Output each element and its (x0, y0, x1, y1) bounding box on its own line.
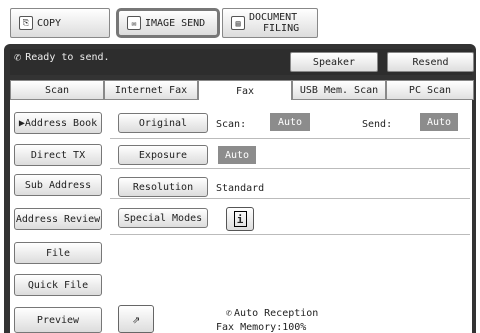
preview-button[interactable]: Preview (14, 307, 102, 333)
phone-icon: ✆ (226, 307, 233, 319)
tab-usb-mem-scan[interactable]: USB Mem. Scan (292, 80, 386, 100)
address-book-label: ▶Address Book (18, 117, 98, 129)
auto-reception-text: Auto Reception (234, 307, 319, 319)
sub-address-button[interactable]: Sub Address (14, 174, 102, 196)
document-filing-icon: ▤ (231, 16, 245, 30)
status-text: Ready to send. (25, 51, 110, 63)
send-value: Auto (420, 113, 458, 131)
image-send-icon: ✉ (127, 16, 141, 30)
resend-label: Resend (412, 56, 449, 68)
tab-pc-scan[interactable]: PC Scan (386, 80, 474, 100)
resolution-label: Resolution (132, 181, 194, 193)
copy-mode-label: COPY (37, 17, 62, 29)
special-modes-info-button[interactable]: i (226, 207, 254, 231)
document-filing-label-line1: DOCUMENT (249, 12, 298, 23)
exposure-button[interactable]: Exposure (118, 145, 208, 165)
speaker-label: Speaker (312, 56, 356, 68)
phone-icon: ✆ (14, 50, 22, 64)
copy-mode-button[interactable]: ⎘ COPY (10, 8, 110, 38)
tab-fax[interactable]: Fax (198, 80, 292, 102)
exposure-value: Auto (218, 146, 256, 164)
tab-usb-mem-scan-label: USB Mem. Scan (299, 84, 379, 96)
document-filing-label: DOCUMENT FILING (249, 12, 299, 34)
original-button[interactable]: Original (118, 113, 208, 133)
tab-fax-label: Fax (235, 86, 255, 97)
document-filing-label-line2: FILING (263, 23, 300, 34)
send-history-button[interactable]: ⇗ (118, 305, 154, 333)
auto-reception-info: ✆ Auto Reception (226, 307, 318, 319)
send-label: Send: (362, 118, 393, 130)
tab-internet-fax[interactable]: Internet Fax (104, 80, 198, 100)
address-review-button[interactable]: Address Review (14, 208, 102, 230)
tab-scan-label: Scan (44, 84, 70, 96)
scan-value: Auto (270, 113, 310, 131)
direct-tx-label: Direct TX (30, 149, 86, 161)
address-review-label: Address Review (15, 213, 101, 225)
tab-pc-scan-label: PC Scan (408, 84, 452, 96)
file-button[interactable]: File (14, 242, 102, 264)
sub-address-label: Sub Address (24, 179, 92, 191)
image-send-mode-label: IMAGE SEND (145, 17, 206, 29)
resend-button[interactable]: Resend (387, 52, 474, 72)
tab-internet-fax-label: Internet Fax (114, 84, 188, 96)
tab-scan[interactable]: Scan (10, 80, 104, 100)
special-modes-button[interactable]: Special Modes (118, 208, 208, 228)
info-icon: i (233, 211, 247, 227)
special-modes-label: Special Modes (123, 212, 203, 224)
original-label: Original (138, 117, 188, 129)
scan-label: Scan: (216, 118, 247, 130)
status-message: ✆ Ready to send. (14, 50, 110, 64)
speaker-button[interactable]: Speaker (290, 52, 378, 72)
send-history-icon: ⇗ (132, 311, 140, 327)
address-book-button[interactable]: ▶Address Book (14, 112, 102, 134)
resolution-button[interactable]: Resolution (118, 177, 208, 197)
direct-tx-button[interactable]: Direct TX (14, 144, 102, 166)
exposure-label: Exposure (138, 149, 188, 161)
preview-label: Preview (36, 314, 80, 326)
fax-memory-text: Fax Memory:100% (216, 321, 307, 333)
document-filing-mode-button[interactable]: ▤ DOCUMENT FILING (222, 8, 318, 38)
copy-icon: ⎘ (19, 16, 33, 30)
file-label: File (45, 247, 71, 259)
resolution-value: Standard (216, 182, 265, 194)
quick-file-button[interactable]: Quick File (14, 274, 102, 296)
image-send-mode-button[interactable]: ✉ IMAGE SEND (116, 8, 220, 38)
quick-file-label: Quick File (27, 279, 89, 291)
